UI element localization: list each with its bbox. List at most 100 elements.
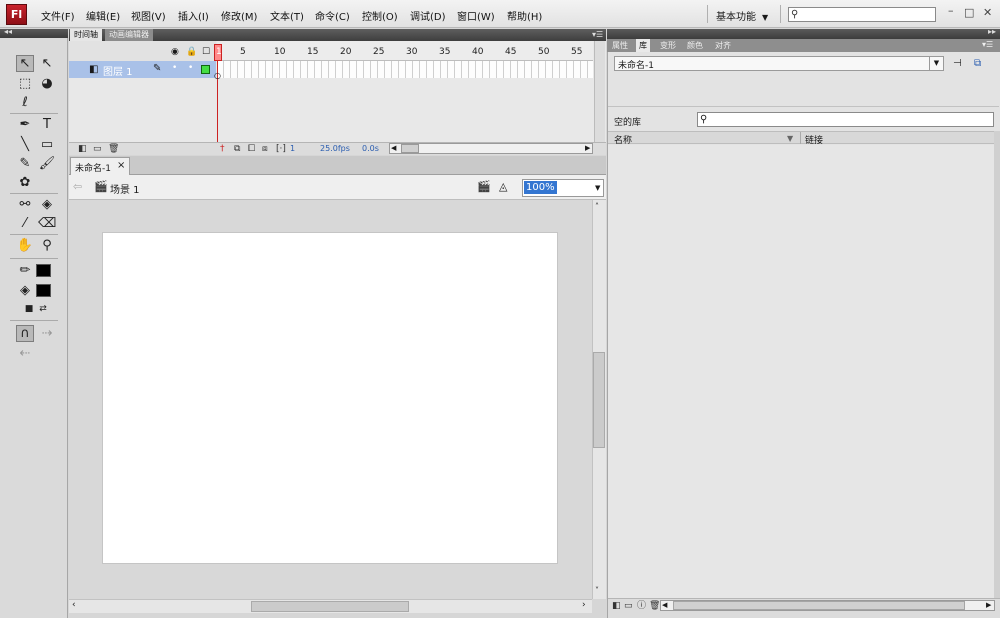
library-search-input[interactable]: ⚲ [697,112,994,127]
outline-color-swatch[interactable] [201,65,210,74]
delete-icon[interactable]: 🗑 [649,601,660,611]
current-frame[interactable]: 1 [290,144,295,153]
free-transform-tool-icon[interactable]: ⬚ [16,75,34,92]
panel-menu-icon[interactable]: ▾☰ [592,30,603,39]
straighten-icon[interactable]: ⇠ [16,345,34,362]
snap-to-objects-icon[interactable]: ∩ [16,325,34,342]
line-tool-icon[interactable]: ╲ [16,136,34,153]
delete-icon[interactable]: 🗑 [108,144,119,154]
text-tool-icon[interactable]: T [38,116,56,133]
outline-icon[interactable]: ☐ [202,47,210,57]
eye-icon[interactable]: ◉ [171,47,179,57]
lock-dot[interactable]: • [188,63,193,73]
new-symbol-icon[interactable]: ◧ [612,601,621,611]
hand-tool-icon[interactable]: ✋ [16,237,34,254]
tab-properties[interactable]: 属性 [609,39,631,52]
brush-tool-icon[interactable]: 🖌 [38,155,56,172]
onion-markers-icon[interactable]: [·] [276,144,286,154]
panel-menu-icon[interactable]: ▾☰ [982,40,993,49]
scroll-right-icon[interactable]: ▶ [986,601,991,609]
menu-window[interactable]: 窗口(W) [457,8,495,23]
menu-insert[interactable]: 插入(I) [178,8,209,23]
help-search-input[interactable]: ⚲ [788,7,936,22]
scroll-right-icon[interactable]: › [582,600,586,610]
stroke-color-swatch[interactable] [36,264,51,277]
swap-colors-icon[interactable]: ⇄ [34,301,52,318]
edit-scene-icon[interactable]: 🎬 [477,180,491,193]
restore-icon[interactable]: □ [964,6,974,19]
fill-color-swatch[interactable] [36,284,51,297]
eyedropper-tool-icon[interactable]: ⁄ [16,215,34,232]
scroll-down-icon[interactable]: ˅ [595,586,599,595]
scroll-thumb[interactable] [251,601,409,612]
tab-color[interactable]: 颜色 [684,39,706,52]
tab-motion-editor[interactable]: 动画编辑器 [105,29,153,41]
sort-icon[interactable]: ▼ [787,134,793,143]
back-arrow-icon[interactable]: ⇦ [73,180,82,193]
menu-edit[interactable]: 编辑(E) [86,8,120,23]
column-divider[interactable] [800,132,801,144]
layer-name[interactable]: 图层 1 [103,63,133,78]
selection-tool-icon[interactable]: ↖ [16,55,34,72]
smooth-icon[interactable]: ⇢ [38,325,56,342]
new-folder-icon[interactable]: ▭ [624,601,633,611]
close-icon[interactable]: × [117,160,125,171]
fill-color-icon[interactable]: ◈ [16,282,34,299]
properties-icon[interactable]: ⓘ [637,601,646,611]
edit-multiple-frames-icon[interactable]: ⧈ [262,144,268,154]
eraser-tool-icon[interactable]: ⌫ [38,215,56,232]
menu-text[interactable]: 文本(T) [270,8,304,23]
menu-help[interactable]: 帮助(H) [507,8,542,23]
scroll-up-icon[interactable]: ˄ [595,202,599,211]
scroll-right-icon[interactable]: ▶ [585,144,590,152]
scroll-thumb[interactable] [401,144,419,153]
new-library-panel-icon[interactable]: ⧉ [974,58,981,69]
zoom-value[interactable]: 100% [524,181,557,194]
center-frame-icon[interactable]: † [220,144,225,154]
new-layer-icon[interactable]: ◧ [78,144,87,154]
close-icon[interactable]: ✕ [983,6,992,19]
scroll-left-icon[interactable]: ‹ [72,600,76,610]
stroke-color-icon[interactable]: ✏ [16,262,34,279]
rectangle-tool-icon[interactable]: ▭ [38,136,56,153]
paint-bucket-tool-icon[interactable]: ◈ [38,196,56,213]
onion-skin-icon[interactable]: ⧉ [234,144,240,154]
menu-file[interactable]: 文件(F) [41,8,75,23]
menu-commands[interactable]: 命令(C) [315,8,350,23]
bone-tool-icon[interactable]: ⚯ [16,196,34,213]
library-vertical-scrollbar[interactable] [994,131,1000,598]
tab-timeline[interactable]: 时间轴 [70,29,102,41]
tab-library[interactable]: 库 [636,39,650,52]
edit-symbol-icon[interactable]: ◬ [499,180,507,193]
scroll-left-icon[interactable]: ◀ [391,144,396,152]
scroll-left-icon[interactable]: ◀ [662,601,667,609]
lasso-tool-icon[interactable]: ℓ [16,94,34,111]
pin-icon[interactable]: ⊣ [953,58,962,69]
lock-icon[interactable]: 🔒 [186,47,197,57]
pencil-tool-icon[interactable]: ✎ [16,155,34,172]
chevron-down-icon[interactable]: ▼ [595,184,600,192]
layer-row[interactable]: ◧ [69,61,216,78]
chevron-down-icon[interactable]: ▼ [929,57,943,70]
tools-panel-header[interactable]: ◂◂ [0,27,68,38]
menu-modify[interactable]: 修改(M) [221,8,257,23]
tab-align[interactable]: 对齐 [712,39,734,52]
timeline-horizontal-scrollbar[interactable] [389,143,593,154]
library-document-label[interactable]: 未命名-1 [618,58,654,71]
deco-tool-icon[interactable]: ✿ [16,174,34,191]
menu-debug[interactable]: 调试(D) [410,8,446,23]
3d-rotation-tool-icon[interactable]: ◕ [38,75,56,92]
menu-view[interactable]: 视图(V) [131,8,166,23]
library-item-list[interactable] [608,145,994,598]
scroll-thumb[interactable] [673,601,965,610]
tab-transform[interactable]: 变形 [657,39,679,52]
menu-control[interactable]: 控制(O) [362,8,398,23]
document-tab-label[interactable]: 未命名-1 [75,161,111,174]
workspace-switcher[interactable]: 基本功能 ▼ [716,8,768,23]
zoom-tool-icon[interactable]: ⚲ [38,237,56,254]
stage-canvas[interactable] [102,232,558,564]
minimize-icon[interactable]: – [948,4,954,17]
timeline-vertical-scrollbar[interactable] [594,41,605,142]
scroll-thumb[interactable] [593,352,605,448]
pen-tool-icon[interactable]: ✒ [16,116,34,133]
